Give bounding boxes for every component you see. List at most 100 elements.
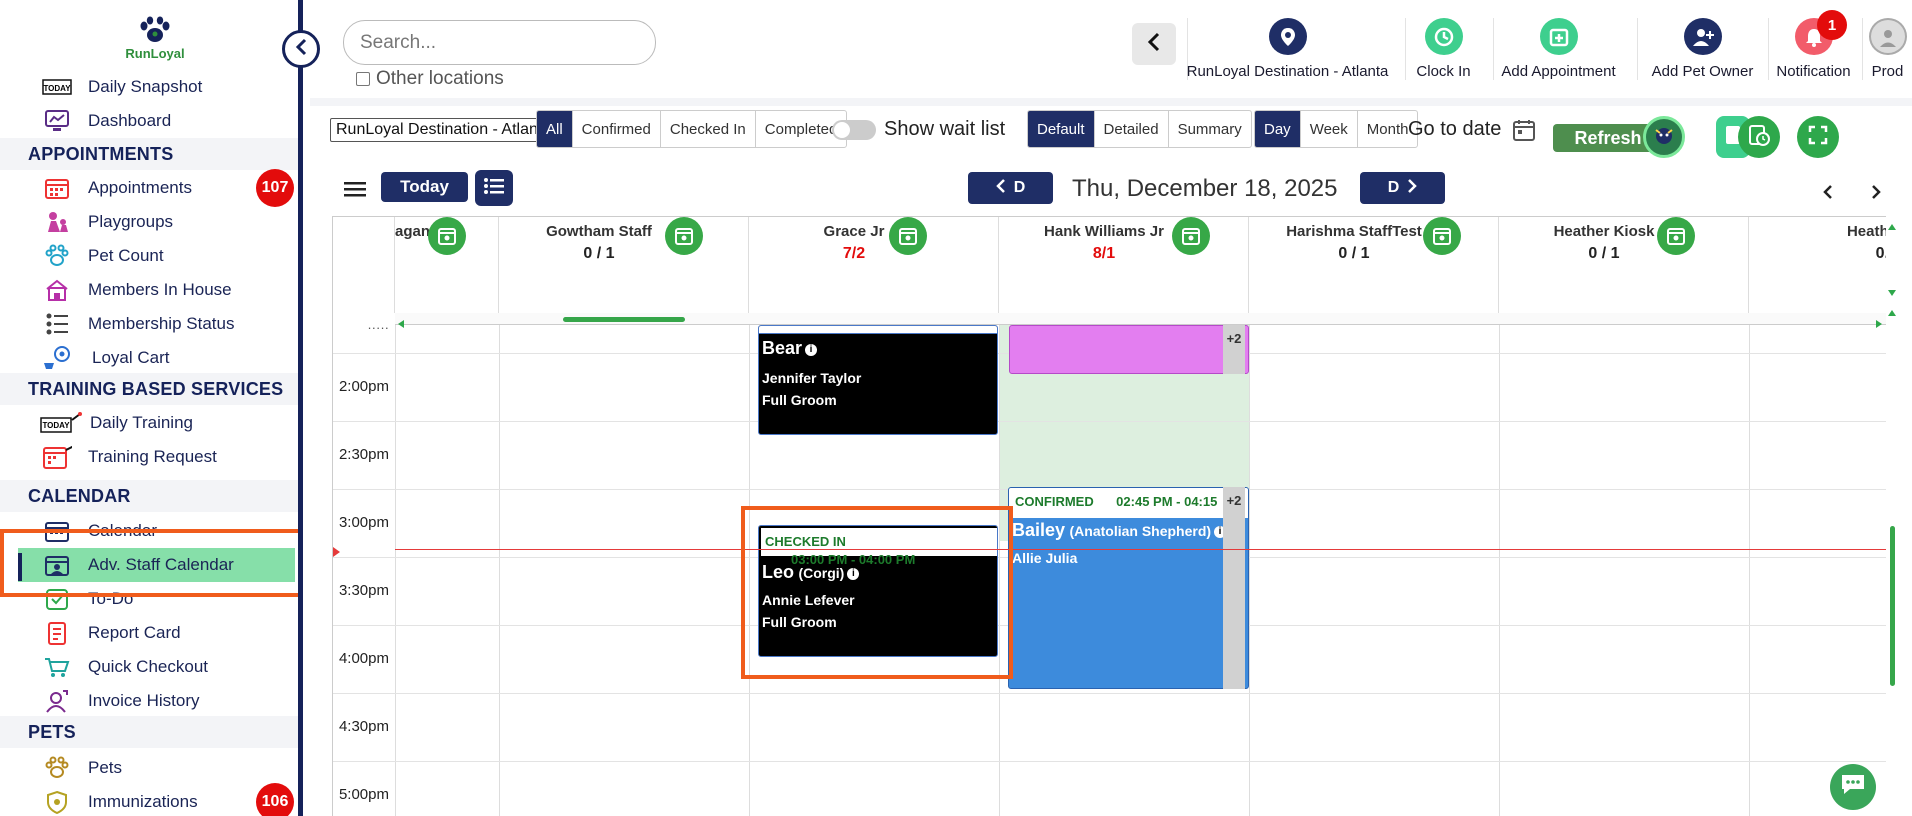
scroll-staff-left-icon[interactable]: [1822, 184, 1834, 205]
view-default[interactable]: Default: [1028, 111, 1095, 147]
today-calendar-icon: TODAY: [42, 73, 72, 101]
sidebar-item-report-card[interactable]: Report Card: [0, 616, 298, 650]
vertical-scrollbar-thumb[interactable]: [1890, 526, 1895, 686]
status-filter-group: All Confirmed Checked In Completed: [536, 110, 848, 148]
sidebar-item-invoice-history[interactable]: Invoice History: [0, 684, 298, 718]
next-day-label: D: [1387, 179, 1400, 196]
menu-hamburger-icon[interactable]: [344, 180, 366, 203]
info-icon[interactable]: i: [805, 343, 818, 356]
profile-menu[interactable]: Prod: [1862, 18, 1912, 80]
prev-day-button[interactable]: D: [968, 172, 1053, 204]
filter-all[interactable]: All: [537, 111, 573, 147]
next-day-button[interactable]: D: [1360, 172, 1445, 204]
sidebar-item-pets[interactable]: Pets: [0, 751, 298, 785]
range-week[interactable]: Week: [1301, 111, 1358, 147]
time-range: 02:45 PM - 04:15: [1116, 494, 1218, 509]
sidebar-item-training-request[interactable]: Training Request: [0, 440, 298, 474]
staff-calendar-icon[interactable]: [665, 217, 703, 255]
sidebar-item-label: Daily Snapshot: [88, 77, 203, 96]
sidebar-item-quick-checkout[interactable]: Quick Checkout: [0, 650, 298, 684]
today-button[interactable]: Today: [381, 172, 468, 202]
appointment-card[interactable]: [1009, 325, 1249, 374]
sidebar-item-members-in-house[interactable]: Members In House: [0, 273, 298, 307]
clock-in-button[interactable]: Clock In: [1405, 18, 1481, 80]
horizontal-scrollbar[interactable]: [395, 313, 1888, 328]
appointment-card[interactable]: CONFIRMED 02:45 PM - 04:15 Bailey (Anato…: [1008, 487, 1249, 689]
sidebar-item-dashboard[interactable]: Dashboard: [0, 104, 298, 138]
chat-support-button[interactable]: [1830, 764, 1876, 810]
view-detailed[interactable]: Detailed: [1095, 111, 1169, 147]
scroll-staff-right-icon[interactable]: [1870, 184, 1882, 205]
sidebar-item-immunizations[interactable]: Immunizations 106: [0, 783, 298, 816]
wait-list-toggle[interactable]: [832, 120, 876, 140]
profile-label: Prod: [1871, 63, 1904, 80]
card-status-bar: CONFIRMED 02:45 PM - 04:15: [1009, 488, 1248, 518]
scrollbar-thumb[interactable]: [563, 317, 685, 322]
staff-calendar-icon[interactable]: [428, 217, 466, 255]
svg-text:TODAY: TODAY: [42, 421, 70, 430]
sidebar-item-daily-training[interactable]: TODAY Daily Training: [0, 406, 298, 440]
current-time-marker-icon: [333, 544, 341, 562]
pet-name[interactable]: Bailey: [1012, 520, 1065, 540]
staff-mode-button[interactable]: [1643, 116, 1685, 158]
staff-calendar-icon[interactable]: [1172, 217, 1210, 255]
sidebar-border: [298, 0, 303, 816]
filter-checked-in[interactable]: Checked In: [661, 111, 756, 147]
sidebar-item-pet-count[interactable]: Pet Count: [0, 239, 298, 273]
date-picker-icon[interactable]: [1512, 118, 1536, 147]
fullscreen-button[interactable]: [1797, 116, 1839, 158]
add-pet-owner-button[interactable]: Add Pet Owner: [1637, 18, 1767, 80]
sidebar-item-label: Report Card: [88, 623, 181, 642]
staff-calendar-icon[interactable]: [1423, 217, 1461, 255]
sidebar-item-daily-snapshot[interactable]: TODAY Daily Snapshot: [0, 70, 298, 104]
sidebar-item-label: Appointments: [88, 178, 192, 197]
time-label: 3:00pm: [338, 514, 389, 531]
go-to-date-label[interactable]: Go to date: [1408, 118, 1501, 141]
sidebar-item-appointments[interactable]: Appointments 107: [0, 169, 298, 207]
sidebar-item-playgroups[interactable]: Playgroups: [0, 205, 298, 239]
staff-column-header: Hank Williams Jr 8/1: [999, 217, 1249, 313]
staff-calendar-icon[interactable]: [1657, 217, 1695, 255]
location-switcher[interactable]: RunLoyal Destination - Atlanta: [1187, 18, 1388, 80]
sidebar-item-loyal-cart[interactable]: Loyal Cart: [0, 341, 298, 375]
sidebar-item-label: Members In House: [88, 280, 232, 299]
today-training-icon: TODAY: [40, 409, 82, 437]
checkbox-box[interactable]: [356, 72, 370, 86]
chevron-right-icon: [1407, 178, 1418, 199]
top-header: Search... Other locations RunLoyal Desti…: [310, 0, 1912, 98]
location-pin-icon: [1268, 18, 1307, 55]
time-label: 4:00pm: [338, 650, 389, 667]
shield-icon: [42, 788, 72, 816]
more-appointments-badge[interactable]: +2: [1223, 325, 1245, 374]
schedule-button[interactable]: [1738, 116, 1780, 158]
range-day[interactable]: Day: [1255, 111, 1301, 147]
brand-logo[interactable]: RunLoyal: [120, 16, 190, 68]
paw-logo-icon: [140, 16, 170, 42]
section-appointments: APPOINTMENTS: [0, 138, 298, 170]
collapse-sidebar-button[interactable]: [282, 30, 320, 68]
show-wait-list-label: Show wait list: [884, 118, 1006, 140]
scroll-up-arrow-icon[interactable]: [1888, 304, 1896, 322]
other-locations-label: Other locations: [376, 68, 504, 89]
scroll-down-arrow-icon[interactable]: [1888, 284, 1896, 302]
notification-label: Notification: [1776, 63, 1851, 80]
other-locations-checkbox[interactable]: Other locations: [356, 68, 504, 90]
add-user-icon: [1683, 18, 1722, 55]
staff-calendar-icon[interactable]: [889, 217, 927, 255]
location-select[interactable]: RunLoyal Destination - Atlanta: [330, 118, 540, 142]
vertical-scrollbar[interactable]: [1886, 216, 1898, 816]
staff-column-header: Harishma StaffTest 0 / 1: [1249, 217, 1499, 313]
staff-count: 0.: [1875, 245, 1888, 262]
pet-name[interactable]: Bear: [762, 338, 802, 358]
sidebar-item-membership-status[interactable]: Membership Status: [0, 307, 298, 341]
more-appointments-badge[interactable]: +2: [1223, 487, 1245, 689]
back-button[interactable]: [1132, 23, 1176, 65]
search-input[interactable]: Search...: [343, 20, 656, 65]
add-appointment-button[interactable]: Add Appointment: [1493, 18, 1623, 80]
filter-confirmed[interactable]: Confirmed: [573, 111, 661, 147]
list-view-button[interactable]: [475, 170, 513, 206]
view-summary[interactable]: Summary: [1169, 111, 1251, 147]
scroll-up-arrow-icon[interactable]: [1888, 218, 1896, 236]
appointment-card[interactable]: Bear i Jennifer Taylor Full Groom: [758, 325, 998, 435]
highlight-sidebar-annotation: [0, 529, 298, 597]
